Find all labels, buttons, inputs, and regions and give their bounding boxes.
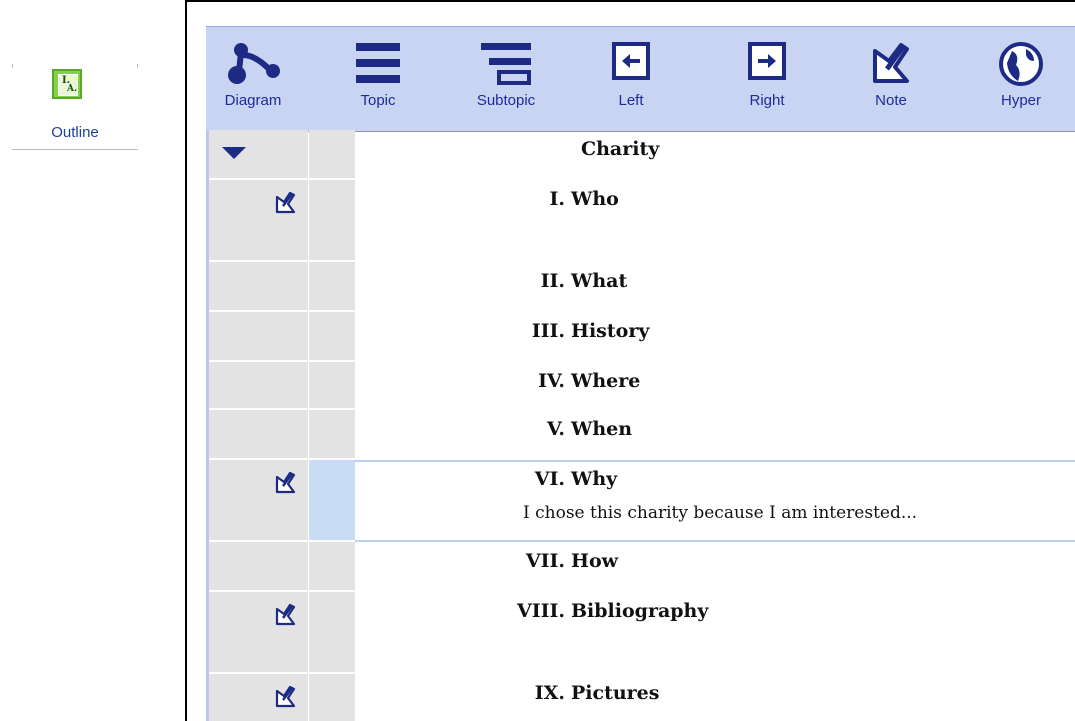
topic-numeral: VI.	[534, 468, 565, 490]
left-arrow-icon	[612, 42, 650, 80]
frame-corner	[12, 64, 13, 68]
topic-heading: VI. Why	[209, 468, 1075, 494]
hyperlink-button[interactable]: Hyper	[976, 27, 1066, 131]
topic-title[interactable]: Bibliography	[571, 600, 708, 622]
topic-title[interactable]: Who	[571, 188, 619, 210]
outline-icon-letter: A.	[67, 84, 78, 94]
topic-row[interactable]: V. When	[209, 410, 1075, 460]
topic-title[interactable]: When	[571, 418, 632, 440]
topic-row[interactable]: III. History	[209, 312, 1075, 362]
outline-icon: I. A.	[52, 69, 82, 99]
subtopic-button[interactable]: Subtopic	[461, 27, 551, 131]
outline-root-row[interactable]: Charity	[209, 130, 1075, 180]
topic-row[interactable]: IV. Where	[209, 362, 1075, 410]
topic-numeral: IX.	[534, 682, 565, 704]
subtopic-icon	[481, 43, 531, 85]
outline-window: Diagram Topic Subtopic Left Right Note H…	[185, 0, 1075, 721]
topic-numeral: IV.	[538, 370, 565, 392]
topic-heading: I. Who	[209, 188, 1075, 214]
topic-heading: IX. Pictures	[209, 682, 1075, 708]
topic-heading: III. History	[209, 320, 1075, 346]
diagram-icon	[228, 43, 280, 84]
topic-row[interactable]: I. Who	[209, 180, 1075, 262]
diagram-button[interactable]: Diagram	[208, 27, 298, 131]
toolbar: Diagram Topic Subtopic Left Right Note H…	[206, 26, 1075, 132]
right-arrow-icon	[748, 42, 786, 80]
topic-heading: V. When	[209, 418, 1075, 444]
diagram-label: Diagram	[224, 92, 282, 109]
topic-numeral: III.	[531, 320, 565, 342]
subtopic-label: Subtopic	[476, 92, 536, 109]
topic-title[interactable]: Where	[571, 370, 640, 392]
note-icon	[873, 43, 909, 83]
outline-view-label: Outline	[51, 124, 99, 141]
topic-title[interactable]: History	[571, 320, 649, 342]
outline-grid: Charity I. Who II. What III. History IV.…	[209, 130, 1075, 721]
left-label: Left	[618, 92, 644, 109]
topic-numeral: I.	[549, 188, 565, 210]
topic-icon	[356, 43, 400, 83]
outline-view-button[interactable]: I. A. Outline	[12, 64, 138, 150]
topic-numeral: V.	[546, 418, 565, 440]
topic-button[interactable]: Topic	[333, 27, 423, 131]
topic-row-selected[interactable]: VI. Why I chose this charity because I a…	[209, 460, 1075, 542]
hyperlink-label: Hyper	[1000, 92, 1041, 109]
topic-row[interactable]: IX. Pictures	[209, 674, 1075, 721]
topic-title[interactable]: Why	[571, 468, 617, 490]
root-topic-title[interactable]: Charity	[581, 138, 659, 160]
collapse-triangle-icon[interactable]	[221, 146, 247, 160]
topic-label: Topic	[360, 92, 396, 109]
right-label: Right	[749, 92, 785, 109]
topic-title[interactable]: What	[571, 270, 627, 292]
topic-numeral: II.	[540, 270, 565, 292]
topic-numeral: VIII.	[516, 600, 565, 622]
topic-heading: VIII. Bibliography	[209, 600, 1075, 626]
topic-title[interactable]: Pictures	[571, 682, 659, 704]
view-switch-underline	[12, 149, 138, 150]
topic-heading: IV. Where	[209, 370, 1075, 396]
topic-numeral: VII.	[525, 550, 565, 572]
left-button[interactable]: Left	[586, 27, 676, 131]
right-button[interactable]: Right	[722, 27, 812, 131]
outline-icon-face: I. A.	[58, 74, 78, 96]
note-button[interactable]: Note	[846, 27, 936, 131]
hyperlink-globe-icon	[999, 42, 1043, 86]
topic-heading: II. What	[209, 270, 1075, 296]
selection-gutter	[309, 130, 355, 180]
frame-corner	[137, 64, 138, 68]
topic-row[interactable]: II. What	[209, 262, 1075, 312]
topic-title[interactable]: How	[571, 550, 618, 572]
topic-content: Charity	[355, 130, 1075, 180]
topic-row[interactable]: VIII. Bibliography	[209, 592, 1075, 674]
topic-note-text[interactable]: I chose this charity because I am intere…	[523, 503, 917, 523]
topic-row[interactable]: VII. How	[209, 542, 1075, 592]
topic-heading: VII. How	[209, 550, 1075, 576]
note-label: Note	[875, 92, 907, 109]
note-gutter	[209, 130, 308, 180]
